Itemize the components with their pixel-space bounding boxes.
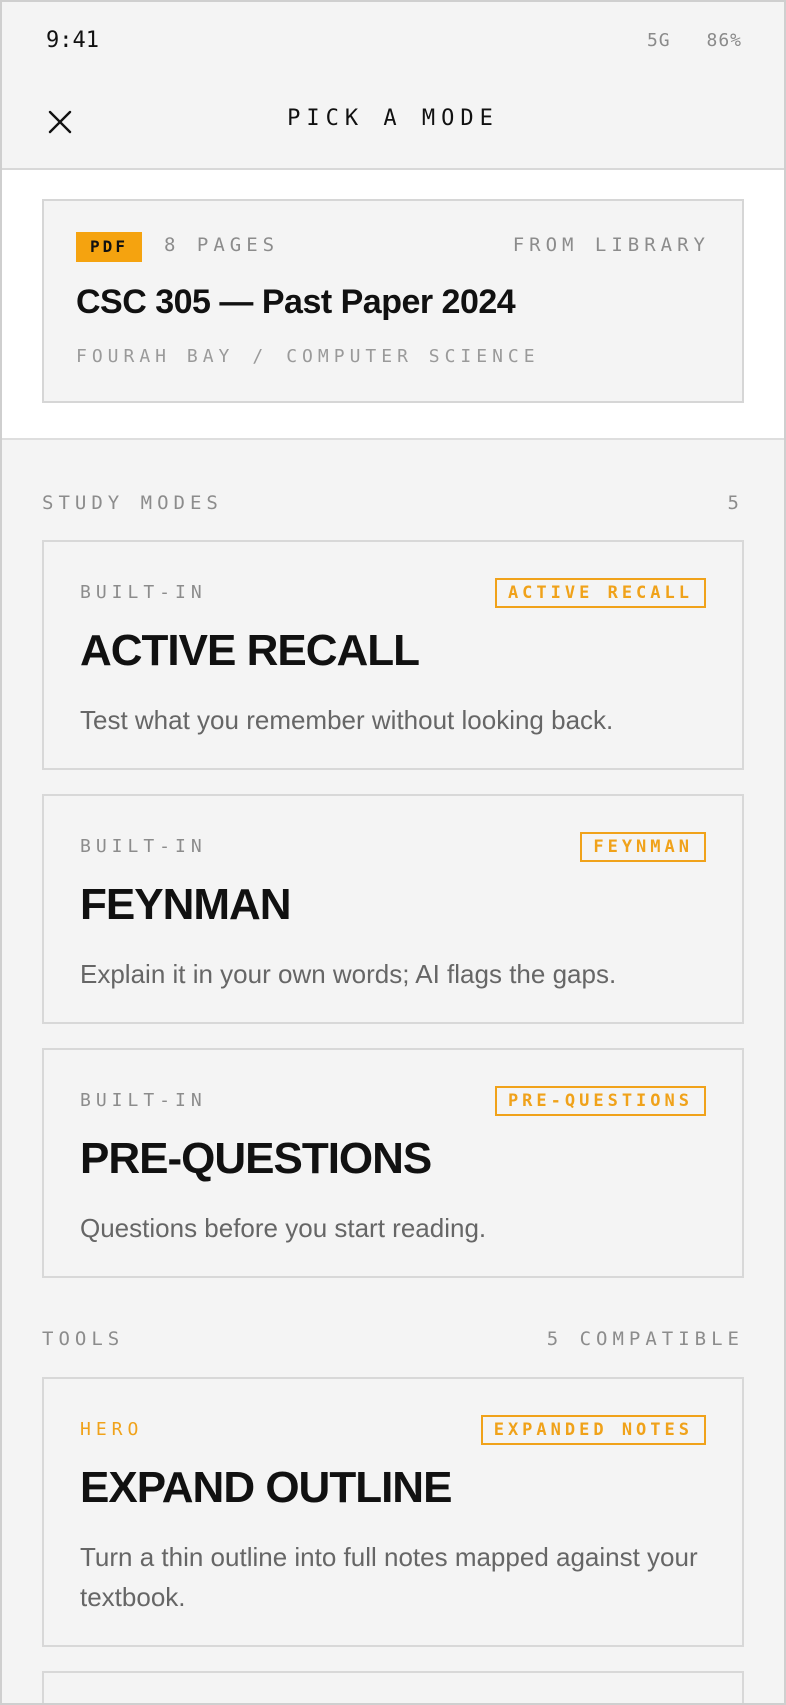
mode-kind: BUILT-IN [80,1090,207,1111]
mode-kind: BUILT-IN [80,582,207,603]
mode-card-pre-questions[interactable]: BUILT-IN PRE-QUESTIONS PRE-QUESTIONS Que… [42,1048,744,1278]
status-time: 9:41 [46,28,99,53]
document-title: CSC 305 — Past Paper 2024 [76,283,516,321]
study-modes-label: STUDY MODES [42,492,223,514]
header: PICK A MODE [0,82,786,170]
tool-name: EXPAND OUTLINE [80,1463,452,1512]
file-type-badge: PDF [76,232,142,262]
meta-separator: / [252,346,269,367]
mode-tag: ACTIVE RECALL [494,578,706,608]
tool-kind: HERO [80,1419,144,1440]
mode-description: Explain it in your own words; AI flags t… [80,959,617,989]
tool-card-expand-outline[interactable]: HERO EXPANDED NOTES EXPAND OUTLINE Turn … [42,1377,744,1647]
mode-description: Test what you remember without looking b… [80,705,614,735]
document-card: PDF 8 PAGES FROM LIBRARY CSC 305 — Past … [42,199,744,403]
tool-description: Turn a thin outline into full notes mapp… [80,1542,698,1612]
tools-label: TOOLS [42,1328,125,1350]
department-label: COMPUTER SCIENCE [286,346,540,367]
document-meta: FOURAH BAY / COMPUTER SCIENCE [76,346,540,367]
mode-tag: FEYNMAN [580,832,706,862]
document-section: PDF 8 PAGES FROM LIBRARY CSC 305 — Past … [0,170,786,440]
mode-card-active-recall[interactable]: BUILT-IN ACTIVE RECALL ACTIVE RECALL Tes… [42,540,744,770]
page-title: PICK A MODE [287,106,499,131]
status-indicators: 5G 86% [647,30,742,51]
document-source: FROM LIBRARY [512,234,710,256]
institution-label: FOURAH BAY [76,346,235,367]
mode-tag: PRE-QUESTIONS [494,1086,706,1116]
status-bar: 9:41 5G 86% [0,0,786,82]
tools-count: 5 COMPATIBLE [546,1328,744,1350]
mode-card-feynman[interactable]: BUILT-IN FEYNMAN FEYNMAN Explain it in y… [42,794,744,1024]
mode-name: ACTIVE RECALL [80,626,420,675]
page-count: 8 PAGES [164,234,280,256]
study-modes-header: STUDY MODES 5 [42,492,744,522]
mode-kind: BUILT-IN [80,836,207,857]
network-indicator: 5G [646,30,671,51]
tools-header: TOOLS 5 COMPATIBLE [42,1328,744,1358]
tool-card-next[interactable] [42,1671,744,1705]
study-modes-count: 5 [727,492,744,514]
battery-indicator: 86% [706,30,742,51]
tool-tag: EXPANDED NOTES [480,1415,706,1445]
mode-description: Questions before you start reading. [80,1213,487,1243]
mode-name: FEYNMAN [80,880,292,929]
mode-name: PRE-QUESTIONS [80,1134,432,1183]
